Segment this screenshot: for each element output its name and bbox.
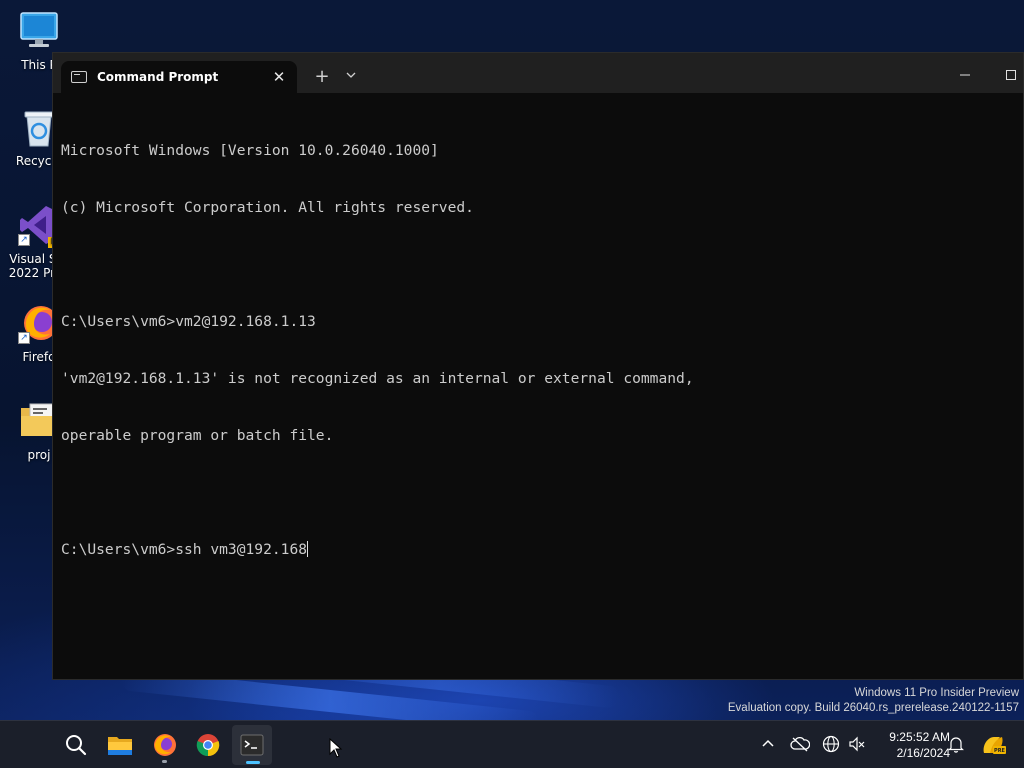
chevron-down-icon [346,72,356,78]
console-line: (c) Microsoft Corporation. All rights re… [61,199,474,216]
console-input-line[interactable]: C:\Users\vm6>ssh vm3@192.168 [61,540,1015,559]
volume-button[interactable] [846,733,868,755]
maximize-button[interactable] [991,61,1024,89]
clock-time: 9:25:52 AM [889,730,950,744]
watermark-line-2: Evaluation copy. Build 26040.rs_prerelea… [727,702,1019,714]
cloud-offline-icon [790,736,811,752]
desktop-icon-label: Firefo [22,350,56,364]
title-bar[interactable]: Command Prompt ✕ + [53,53,1023,93]
console-line: operable program or batch file. [61,427,334,444]
running-indicator [162,760,167,763]
maximize-icon [1006,70,1016,80]
show-hidden-icons-button[interactable] [757,733,779,755]
shortcut-arrow-icon: ↗ [18,332,30,344]
firefox-icon [154,734,176,756]
system-clock[interactable]: 9:25:52 AM 2/16/2024 [870,729,950,761]
taskbar: 9:25:52 AM 2/16/2024 PRE [0,720,1024,768]
console-line: Microsoft Windows [Version 10.0.26040.10… [61,142,439,159]
search-icon [66,735,87,756]
mouse-cursor-icon [329,738,343,758]
onedrive-status[interactable] [789,733,811,755]
file-explorer-icon [108,737,132,755]
console-line: 'vm2@192.168.1.13' is not recognized as … [61,370,694,387]
taskbar-chrome[interactable] [188,725,228,765]
clock-date: 2/16/2024 [896,746,950,760]
globe-icon [822,735,840,753]
minimize-button[interactable] [945,61,985,89]
watermark-line-1: Windows 11 Pro Insider Preview [854,687,1019,699]
command-prompt-icon [71,71,87,83]
terminal-window: Command Prompt ✕ + Microsoft Windows [Ve… [52,52,1024,680]
shortcut-arrow-icon: ↗ [18,234,30,246]
minimize-icon [960,74,970,76]
tab-command-prompt[interactable]: Command Prompt ✕ [61,61,297,93]
console-output[interactable]: Microsoft Windows [Version 10.0.26040.10… [61,103,1015,671]
evaluation-watermark: Windows 11 Pro Insider Preview Evaluatio… [728,686,1019,716]
taskbar-search-button[interactable] [56,725,96,765]
desktop-icon-label: proj [27,448,51,462]
chrome-icon [196,734,220,757]
taskbar-file-explorer[interactable] [100,725,140,765]
close-tab-button[interactable]: ✕ [269,67,289,87]
console-line: C:\Users\vm6>vm2@192.168.1.13 [61,313,316,330]
speaker-muted-icon [849,736,865,752]
text-cursor [307,541,309,557]
monitor-icon [18,10,60,52]
svg-text:PRE: PRE [994,748,1006,754]
copilot-preview-icon: PRE [983,737,1006,754]
bell-icon [948,737,964,753]
tab-dropdown-button[interactable] [337,63,365,87]
console-prompt-input[interactable]: C:\Users\vm6>ssh vm3@192.168 [61,541,307,558]
taskbar-terminal[interactable] [232,725,272,765]
active-indicator [246,761,260,764]
copilot-button[interactable]: PRE [979,733,1007,755]
notifications-button[interactable] [945,733,967,755]
taskbar-firefox[interactable] [144,725,184,765]
network-button[interactable] [820,733,842,755]
new-tab-button[interactable]: + [308,65,336,89]
terminal-icon [240,734,264,756]
chevron-up-icon [762,739,774,747]
tab-title: Command Prompt [97,70,219,84]
